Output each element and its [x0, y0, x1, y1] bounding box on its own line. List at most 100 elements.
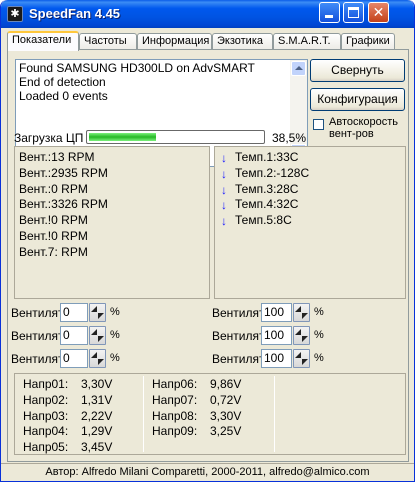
maximize-button[interactable]: [343, 2, 364, 23]
voltage-name: Напр09:: [152, 424, 198, 439]
fan-reading: Вент.:0 RPM: [19, 181, 88, 196]
scroll-up-button[interactable]: [291, 61, 306, 76]
log-line: Loaded 0 events: [19, 89, 108, 103]
voltage-value: 3,25V: [210, 424, 242, 439]
spin-up-icon: [91, 306, 97, 312]
temperature-panel: ↓ Темп.1:33C ↓ Темп.2:-128C ↓ Темп.3:28C ↓ Т…: [214, 146, 406, 299]
speedfan-app-icon[interactable]: ✱: [7, 6, 23, 22]
voltage-value: 1,29V: [81, 424, 113, 439]
voltage-value: 3,30V: [210, 408, 242, 423]
voltage-value: 3,45V: [81, 440, 113, 455]
auto-fan-speed-label: Автоскорость вент-ров: [329, 116, 399, 140]
spin-down-icon: [302, 336, 308, 342]
voltage-value: 0,72V: [210, 392, 242, 407]
fan-speed-input[interactable]: 100: [261, 303, 292, 322]
cpu-usage-value: 38,5%: [272, 131, 307, 145]
voltage-name: Напр05:: [23, 440, 69, 455]
voltage-name: Напр04:: [23, 424, 69, 439]
spin-up-icon: [295, 329, 301, 335]
fan-speed-spinner[interactable]: [89, 349, 106, 368]
voltage-name: Напр02:: [23, 392, 69, 407]
status-bar-author: Автор: Alfredo Milani Comparetti, 2000-2…: [1, 463, 414, 481]
percent-label: %: [314, 329, 324, 341]
voltage-panel: Напр01: 3,30V Напр02: 1,31V Напр03: 2,22V Н…: [14, 373, 406, 455]
auto-fan-speed-checkbox[interactable]: [313, 119, 324, 130]
percent-label: %: [110, 329, 120, 341]
title-bar[interactable]: ✱ SpeedFan 4.45 ✕: [1, 0, 414, 28]
cpu-usage-bar: [86, 130, 265, 144]
minimize-button[interactable]: [319, 2, 340, 23]
fan-speed-panel: Вент.:13 RPM Вент.:2935 RPM Вент.:0 RPM …: [14, 146, 210, 299]
percent-label: %: [314, 306, 324, 318]
down-arrow-icon: ↓: [221, 151, 227, 165]
spin-down-icon: [98, 359, 104, 365]
tab-charts[interactable]: Графики: [341, 33, 395, 50]
readings-panel: Found SAMSUNG HD300LD on AdvSMART End of…: [7, 49, 409, 462]
spin-down-icon: [98, 313, 104, 319]
down-arrow-icon: ↓: [221, 166, 227, 181]
voltage-value: 2,22V: [81, 408, 113, 423]
fan-reading: Вент.:13 RPM: [19, 150, 95, 164]
minimize-app-button[interactable]: Свернуть: [310, 59, 405, 82]
fan-reading: Вент.:2935 RPM: [19, 165, 108, 180]
voltage-name: Напр07:: [152, 392, 198, 407]
log-text: Found SAMSUNG HD300LD on AdvSMART End of…: [19, 61, 255, 103]
fan-reading: Вент.!0 RPM: [19, 228, 88, 243]
minimize-icon: [325, 15, 333, 18]
voltage-name: Напр03:: [23, 408, 69, 423]
fan-speed-input[interactable]: 100: [261, 349, 292, 368]
fan-reading: Вент.7: RPM: [19, 244, 88, 259]
fan-speed-input[interactable]: 0: [60, 303, 88, 322]
temperature-reading: Темп.5:8C: [235, 213, 292, 228]
tab-exotics[interactable]: Экзотика: [212, 33, 273, 50]
spin-down-icon: [302, 313, 308, 319]
voltage-name: Напр01:: [23, 377, 69, 391]
log-line: Found SAMSUNG HD300LD on AdvSMART: [19, 61, 255, 75]
tab-readings[interactable]: Показатели: [7, 31, 79, 51]
spin-down-icon: [302, 359, 308, 365]
temperature-reading: Темп.1:33C: [235, 150, 299, 164]
tab-smart[interactable]: S.M.A.R.T.: [273, 33, 341, 50]
down-arrow-icon: ↓: [221, 198, 227, 213]
scroll-up-icon: [295, 66, 303, 70]
cpu-usage-label: Загрузка ЦП: [14, 131, 84, 145]
temperature-reading: Темп.2:-128C: [235, 165, 310, 180]
percent-label: %: [314, 352, 324, 364]
percent-label: %: [110, 352, 120, 364]
window-title: SpeedFan 4.45: [29, 6, 121, 21]
fan-control-label: Вентилят: [11, 329, 64, 343]
tab-info[interactable]: Информация: [137, 33, 212, 50]
fan-control-label: Вентилят: [212, 306, 265, 320]
maximize-icon: [348, 7, 359, 18]
speedfan-window: ✱ SpeedFan 4.45 ✕ Показатели Частоты Инф…: [0, 0, 415, 482]
spin-up-icon: [295, 306, 301, 312]
voltage-value: 1,31V: [81, 392, 113, 407]
spin-up-icon: [91, 352, 97, 358]
fan-speed-spinner[interactable]: [293, 303, 310, 322]
spin-up-icon: [295, 352, 301, 358]
voltage-divider: [274, 376, 275, 452]
close-icon: ✕: [372, 4, 385, 20]
fan-speed-spinner[interactable]: [89, 326, 106, 345]
temperature-reading: Темп.3:28C: [235, 181, 299, 196]
configure-button[interactable]: Конфигурация: [310, 88, 405, 111]
spin-down-icon: [98, 336, 104, 342]
down-arrow-icon: ↓: [221, 214, 227, 229]
fan-speed-input[interactable]: 0: [60, 349, 88, 368]
fan-reading: Вент.!0 RPM: [19, 213, 88, 228]
fan-speed-spinner[interactable]: [293, 349, 310, 368]
fan-control-label: Вентилят: [212, 329, 265, 343]
voltage-name: Напр08:: [152, 408, 198, 423]
voltage-name: Напр06:: [152, 377, 198, 391]
fan-speed-input[interactable]: 100: [261, 326, 292, 345]
tab-clock[interactable]: Частоты: [79, 33, 137, 50]
percent-label: %: [110, 306, 120, 318]
fan-speed-spinner[interactable]: [89, 303, 106, 322]
spin-up-icon: [91, 329, 97, 335]
close-button[interactable]: ✕: [368, 2, 389, 23]
fan-speed-spinner[interactable]: [293, 326, 310, 345]
fan-control-label: Вентилят: [11, 352, 64, 366]
log-line: End of detection: [19, 75, 106, 89]
fan-speed-input[interactable]: 0: [60, 326, 88, 345]
fan-control-label: Вентилят: [11, 306, 64, 320]
